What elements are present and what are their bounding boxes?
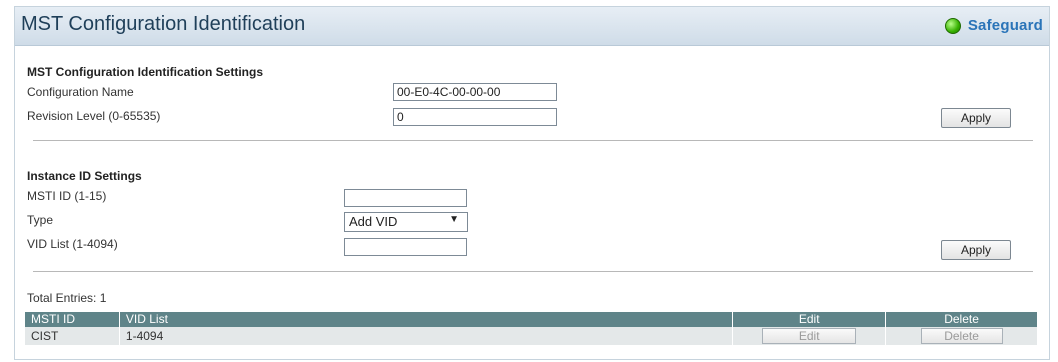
header-delete: Delete xyxy=(944,312,979,326)
mst-config-panel: MST Configuration Identification Safegua… xyxy=(14,6,1050,360)
mst-apply-button[interactable]: Apply xyxy=(941,108,1011,128)
safeguard-status-icon xyxy=(944,17,961,34)
mst-settings-heading: MST Configuration Identification Setting… xyxy=(27,65,263,79)
safeguard-indicator: Safeguard xyxy=(944,17,1043,34)
type-select[interactable]: Add VID ▼ xyxy=(344,212,468,232)
section-divider xyxy=(33,271,1033,272)
vid-list-field[interactable] xyxy=(344,238,467,256)
page-title: MST Configuration Identification xyxy=(21,13,306,35)
type-label: Type xyxy=(27,213,54,227)
delete-button[interactable]: Delete xyxy=(920,328,1003,344)
cell-delete: Delete xyxy=(886,327,1037,345)
cell-msti-id: CIST xyxy=(25,327,120,345)
header-edit: Edit xyxy=(733,312,887,327)
instance-settings-heading: Instance ID Settings xyxy=(27,169,142,183)
cell-vid-list: 1-4094 xyxy=(120,327,734,345)
section-divider xyxy=(33,140,1033,141)
msti-table: MSTI ID VID List Edit Delete CIST 1-4094… xyxy=(25,312,1037,345)
table-header-row: MSTI ID VID List Edit Delete xyxy=(25,312,1037,327)
msti-id-label: MSTI ID (1-15) xyxy=(27,189,107,203)
revision-level-label: Revision Level (0-65535) xyxy=(27,109,161,123)
header-vid-list: VID List xyxy=(120,312,734,327)
config-name-label: Configuration Name xyxy=(27,85,134,99)
config-name-field[interactable] xyxy=(393,83,557,101)
instance-apply-button[interactable]: Apply xyxy=(941,240,1011,260)
revision-level-field[interactable] xyxy=(393,108,557,126)
table-row: CIST 1-4094 Edit Delete xyxy=(25,327,1037,345)
dropdown-arrow-icon: ▼ xyxy=(449,214,459,225)
title-bar: MST Configuration Identification Safegua… xyxy=(15,7,1049,46)
cell-edit: Edit xyxy=(733,327,887,345)
total-entries-text: Total Entries: 1 xyxy=(27,291,107,305)
msti-id-field[interactable] xyxy=(344,189,467,207)
type-selected-value: Add VID xyxy=(349,214,398,229)
edit-button[interactable]: Edit xyxy=(762,328,857,344)
vid-list-label: VID List (1-4094) xyxy=(27,237,118,251)
safeguard-label: Safeguard xyxy=(967,17,1043,34)
header-msti-id: MSTI ID xyxy=(25,312,120,327)
